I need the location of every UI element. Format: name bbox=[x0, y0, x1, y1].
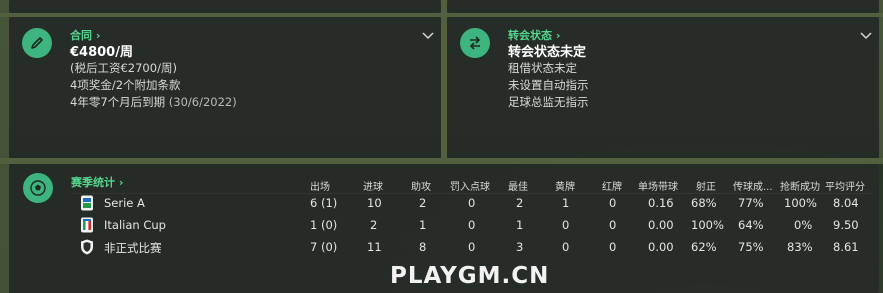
season-stats-link-label: 赛季统计 bbox=[71, 176, 115, 189]
row3-penalties: 0 bbox=[468, 240, 476, 254]
swap-arrows-icon bbox=[460, 28, 490, 58]
header-penalties[interactable]: 罚入点球 bbox=[450, 178, 490, 193]
row2-penalties: 0 bbox=[468, 218, 476, 232]
row2-goals: 2 bbox=[370, 218, 378, 232]
transfer-line-2: 未设置自动指示 bbox=[508, 78, 589, 92]
transfer-status-title: 转会状态未定 bbox=[508, 45, 587, 60]
contract-panel: 合同 › €4800/周 (税后工资€2700/周) 4项奖金/2个附加条款 4… bbox=[9, 17, 441, 158]
competition-serie-a[interactable]: Serie A bbox=[104, 196, 145, 210]
row1-yellow: 1 bbox=[562, 196, 570, 210]
row3-avg-rating: 8.61 bbox=[833, 240, 859, 254]
friendly-shield-icon bbox=[81, 239, 93, 255]
row1-pom: 2 bbox=[516, 196, 524, 210]
pitch-line-left-edge bbox=[0, 0, 9, 293]
transfer-panel: 转会状态 › 转会状态未定 租借状态未定 未设置自动指示 足球总监无指示 bbox=[447, 17, 879, 158]
pencil-icon bbox=[22, 28, 52, 58]
header-pom[interactable]: 最佳 bbox=[508, 178, 528, 193]
row1-assists: 2 bbox=[419, 196, 427, 210]
row2-appearances: 1 (0) bbox=[310, 218, 338, 232]
row2-assists: 1 bbox=[419, 218, 427, 232]
contract-bonuses: 4项奖金/2个附加条款 bbox=[70, 78, 181, 92]
row1-penalties: 0 bbox=[468, 196, 476, 210]
row1-red: 0 bbox=[609, 196, 617, 210]
transfer-line-3: 足球总监无指示 bbox=[508, 95, 589, 109]
contract-expand-chevron-icon[interactable] bbox=[422, 32, 434, 40]
row3-pom: 3 bbox=[516, 240, 524, 254]
row2-tackles-won: 0% bbox=[794, 218, 813, 232]
serie-a-logo-icon bbox=[81, 195, 93, 211]
watermark-text: PLAYGM.CN bbox=[390, 263, 550, 289]
header-divider bbox=[71, 193, 871, 194]
contract-expiry-row: 4年零7个月后到期 (30/6/2022) bbox=[70, 94, 237, 110]
row2-yellow: 0 bbox=[562, 218, 570, 232]
competition-italian-cup[interactable]: Italian Cup bbox=[104, 218, 166, 232]
row3-goals: 11 bbox=[367, 240, 382, 254]
transfer-expand-chevron-icon[interactable] bbox=[860, 32, 872, 40]
row1-tackles-won: 100% bbox=[784, 196, 817, 210]
italian-cup-logo-icon bbox=[81, 217, 93, 233]
row3-red: 0 bbox=[609, 240, 617, 254]
row2-dribbles: 0.00 bbox=[648, 218, 674, 232]
row2-pom: 1 bbox=[516, 218, 524, 232]
row1-goals: 10 bbox=[367, 196, 382, 210]
pitch-line-right-edge bbox=[879, 0, 883, 164]
top-left-panel-partial bbox=[9, 0, 441, 13]
header-yellow[interactable]: 黄牌 bbox=[555, 178, 575, 193]
row3-dribbles: 0.00 bbox=[648, 240, 674, 254]
row1-avg-rating: 8.04 bbox=[833, 196, 859, 210]
header-dribbles[interactable]: 单场带球 bbox=[638, 178, 678, 193]
contract-expiry: 4年零7个月后到期 bbox=[70, 95, 166, 109]
row3-appearances: 7 (0) bbox=[310, 240, 338, 254]
row2-avg-rating: 9.50 bbox=[833, 218, 859, 232]
header-pass-completion[interactable]: 传球成... bbox=[733, 178, 773, 193]
transfer-line-1: 租借状态未定 bbox=[508, 61, 577, 75]
row1-shots-on-target: 68% bbox=[691, 196, 717, 210]
contract-expiry-date: (30/6/2022) bbox=[168, 95, 237, 109]
header-goals[interactable]: 进球 bbox=[363, 178, 383, 193]
row3-tackles-won: 83% bbox=[787, 240, 813, 254]
header-assists[interactable]: 助攻 bbox=[411, 178, 431, 193]
row1-appearances: 6 (1) bbox=[310, 196, 338, 210]
top-right-panel-partial bbox=[447, 0, 879, 13]
row1-dribbles: 0.16 bbox=[648, 196, 674, 210]
contract-wage: €4800/周 bbox=[70, 45, 133, 60]
contract-after-tax: (税后工资€2700/周) bbox=[70, 61, 177, 75]
row3-pass-completion: 75% bbox=[738, 240, 764, 254]
row2-shots-on-target: 100% bbox=[691, 218, 724, 232]
row1-pass-completion: 77% bbox=[738, 196, 764, 210]
header-appearances[interactable]: 出场 bbox=[310, 178, 330, 193]
competition-friendlies[interactable]: 非正式比赛 bbox=[104, 240, 162, 256]
header-tackles-won[interactable]: 抢断成功 bbox=[780, 178, 820, 193]
row3-shots-on-target: 62% bbox=[691, 240, 717, 254]
header-shots-on-target[interactable]: 射正 bbox=[696, 178, 716, 193]
header-red[interactable]: 红牌 bbox=[602, 178, 622, 193]
row2-pass-completion: 64% bbox=[738, 218, 764, 232]
row2-red: 0 bbox=[609, 218, 617, 232]
football-icon bbox=[23, 173, 53, 203]
row3-yellow: 0 bbox=[562, 240, 570, 254]
row3-assists: 8 bbox=[419, 240, 427, 254]
season-stats-link[interactable]: 赛季统计 › bbox=[71, 174, 123, 190]
header-avg-rating[interactable]: 平均评分 bbox=[825, 178, 865, 193]
